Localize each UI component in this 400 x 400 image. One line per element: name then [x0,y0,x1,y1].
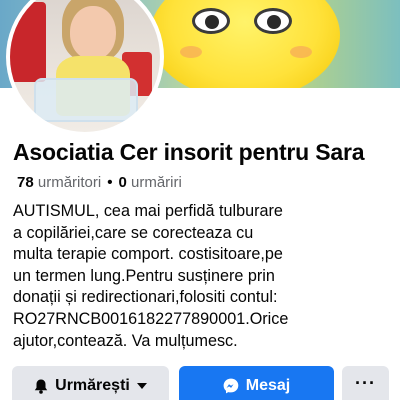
bio-text: AUTISMUL, cea mai perfidă tulburare a co… [13,202,289,350]
message-button-label: Mesaj [245,377,291,394]
bell-icon [34,379,48,394]
page-name: Asociatia Cer insorit pentru Sara [13,139,365,165]
profile-picture[interactable] [6,0,164,136]
followers-count: 78 [17,174,34,191]
following-label: urmăriri [130,174,182,191]
followers-link[interactable]: 78 urmăritori [17,174,101,191]
following-count: 0 [118,174,127,191]
cover-sun-illustration [150,0,340,88]
followers-label: urmăritori [37,174,102,191]
more-dots-icon: ··· [355,373,376,393]
following-button[interactable]: Urmărești [12,366,169,400]
follow-stats: 78 urmăritori • 0 urmăriri [17,174,182,191]
message-button[interactable]: Mesaj [179,366,334,400]
following-button-label: Urmărești [55,377,130,394]
avatar [10,0,160,132]
chevron-down-icon [136,383,147,389]
more-options-button[interactable]: ··· [342,366,389,400]
messenger-icon [223,378,239,394]
following-link[interactable]: 0 urmăriri [118,174,181,191]
separator-dot: • [107,174,113,191]
